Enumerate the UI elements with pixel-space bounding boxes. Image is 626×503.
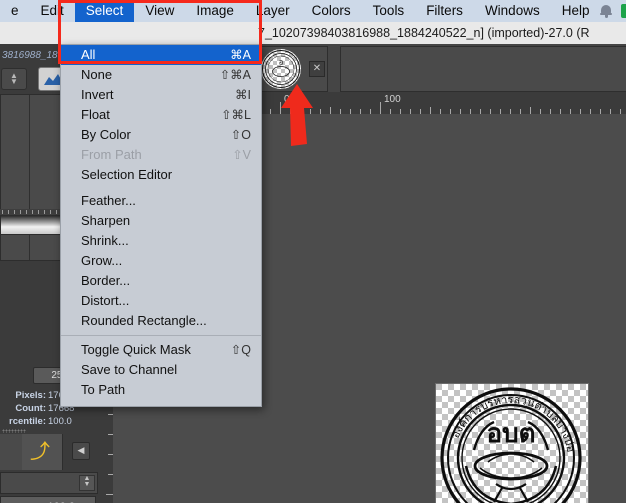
menubar-item-tools[interactable]: Tools <box>362 0 416 22</box>
window-titlebar: 7_10207398403816988_1884240522_n] (impor… <box>0 22 626 45</box>
menu-gap-3 <box>61 400 261 406</box>
gimp-screenshot: e Edit Select View Image Layer Colors To… <box>0 0 626 503</box>
menu-item-selection-editor-label: Selection Editor <box>81 167 173 182</box>
menu-separator-2 <box>61 335 261 336</box>
menubar-item-layer[interactable]: Layer <box>245 0 301 22</box>
undo-arrow-icon: ⤴ <box>30 441 50 463</box>
menubar-item-help[interactable]: Help <box>551 0 601 22</box>
menubar-item-colors[interactable]: Colors <box>301 0 362 22</box>
menu-item-all-label: All <box>81 47 96 62</box>
menu-item-border[interactable]: Border... <box>61 271 261 291</box>
menu-item-shrink[interactable]: Shrink... <box>61 231 261 251</box>
menu-item-shrink-label: Shrink... <box>81 233 129 248</box>
layer-thumbnail-box[interactable]: อ ✕ <box>256 46 328 92</box>
gimp-window: 7_10207398403816988_1884240522_n] (impor… <box>0 22 626 503</box>
stat-label-count: Count: <box>15 403 46 414</box>
menubar-item-windows[interactable]: Windows <box>474 0 551 22</box>
menu-item-from-path-label: From Path <box>81 147 142 162</box>
bell-icon[interactable] <box>600 4 613 18</box>
menu-item-feather-label: Feather... <box>81 193 136 208</box>
stat-label-pixels: Pixels: <box>15 390 46 401</box>
menu-item-grow-label: Grow... <box>81 253 123 268</box>
menu-item-to-path[interactable]: To Path <box>61 380 261 400</box>
menu-item-grow[interactable]: Grow... <box>61 251 261 271</box>
menu-item-selection-editor[interactable]: Selection Editor <box>61 165 261 185</box>
menubar-item-select[interactable]: Select <box>74 0 135 22</box>
menu-item-all[interactable]: All ⌘A <box>61 45 261 65</box>
collapse-left-icon[interactable]: ◀ <box>72 442 90 460</box>
menubar-item-view[interactable]: View <box>134 0 185 22</box>
menu-item-save-to-channel-label: Save to Channel <box>81 362 178 377</box>
menu-item-toggle-quick-mask-label: Toggle Quick Mask <box>81 342 191 357</box>
menu-item-all-accel: ⌘A <box>230 48 251 62</box>
menu-item-sharpen[interactable]: Sharpen <box>61 211 261 231</box>
menu-item-none[interactable]: None ⇧⌘A <box>61 65 261 85</box>
menu-item-float-accel: ⇧⌘L <box>221 108 251 122</box>
menubar-tray <box>600 4 626 18</box>
layer-empty-panel <box>340 46 626 92</box>
menubar-item-image[interactable]: Image <box>185 0 245 22</box>
seal-thumbnail[interactable]: อ <box>261 49 301 89</box>
chevron-updown-icon: ▲ ▼ <box>10 71 18 86</box>
menu-item-from-path-accel: ⇧V <box>232 148 251 162</box>
menu-item-toggle-quick-mask[interactable]: Toggle Quick Mask ⇧Q <box>61 340 261 360</box>
menu-item-by-color[interactable]: By Color ⇧O <box>61 125 261 145</box>
stat-label-percentile: rcentile: <box>9 416 46 427</box>
menu-item-sharpen-label: Sharpen <box>81 213 131 228</box>
menu-item-distort[interactable]: Distort... <box>61 291 261 311</box>
menu-item-rounded-rectangle[interactable]: Rounded Rectangle... <box>61 311 261 331</box>
menu-item-none-accel: ⇧⌘A <box>219 68 251 82</box>
menu-item-by-color-label: By Color <box>81 127 131 142</box>
green-app-icon[interactable] <box>621 4 626 18</box>
window-title-text: 7_10207398403816988_1884240522_n] (impor… <box>258 26 590 40</box>
menubar-item-e[interactable]: e <box>0 0 30 22</box>
menu-item-float-label: Float <box>81 107 110 122</box>
menu-item-by-color-accel: ⇧O <box>230 128 251 142</box>
channel-spinner[interactable]: ▲ ▼ <box>1 68 27 90</box>
mode-select-field[interactable]: ▲ ▼ <box>0 472 98 494</box>
menu-item-save-to-channel[interactable]: Save to Channel <box>61 360 261 380</box>
menu-item-border-label: Border... <box>81 273 131 288</box>
menu-item-rounded-rectangle-label: Rounded Rectangle... <box>81 313 207 328</box>
select-dropdown-menu: All ⌘A None ⇧⌘A Invert ⌘I Float ⇧⌘L By C… <box>60 44 262 407</box>
menubar-item-edit[interactable]: Edit <box>30 0 75 22</box>
dock-drag-grip[interactable] <box>2 429 26 433</box>
menu-item-float[interactable]: Float ⇧⌘L <box>61 105 261 125</box>
opacity-field[interactable]: 100.0 ▾ <box>0 496 96 503</box>
hruler-label-zero: 0 <box>284 94 290 105</box>
menubar-item-filters[interactable]: Filters <box>415 0 474 22</box>
menu-item-none-label: None <box>81 67 113 82</box>
image-thai-municipal-seal[interactable]: อบต อ.บางบ่อ จ.สมุทรปราการ องค์การบริหาร… <box>435 383 589 503</box>
close-layer-icon[interactable]: ✕ <box>309 61 325 77</box>
menu-item-from-path: From Path ⇧V <box>61 145 261 165</box>
dock-tabstrip: ⤴ ◀ <box>0 434 100 470</box>
menubar: e Edit Select View Image Layer Colors To… <box>0 0 626 22</box>
menu-item-invert-label: Invert <box>81 87 114 102</box>
menu-item-to-path-label: To Path <box>81 382 126 397</box>
menu-item-distort-label: Distort... <box>81 293 130 308</box>
menu-item-invert-accel: ⌘I <box>235 88 251 102</box>
menu-item-feather[interactable]: Feather... <box>61 191 261 211</box>
menu-item-invert[interactable]: Invert ⌘I <box>61 85 261 105</box>
seal-artwork: อบต อ.บางบ่อ จ.สมุทรปราการ องค์การบริหาร… <box>440 387 582 503</box>
stat-value-percentile: 100.0 <box>48 416 72 427</box>
svg-text:อ: อ <box>279 58 284 67</box>
menu-item-toggle-quick-mask-accel: ⇧Q <box>230 343 251 357</box>
tab-pointer[interactable] <box>0 434 23 470</box>
hruler-label-100: 100 <box>384 94 401 105</box>
chevron-updown-icon: ▲ ▼ <box>79 475 95 491</box>
svg-text:อบต: อบต <box>486 419 535 448</box>
